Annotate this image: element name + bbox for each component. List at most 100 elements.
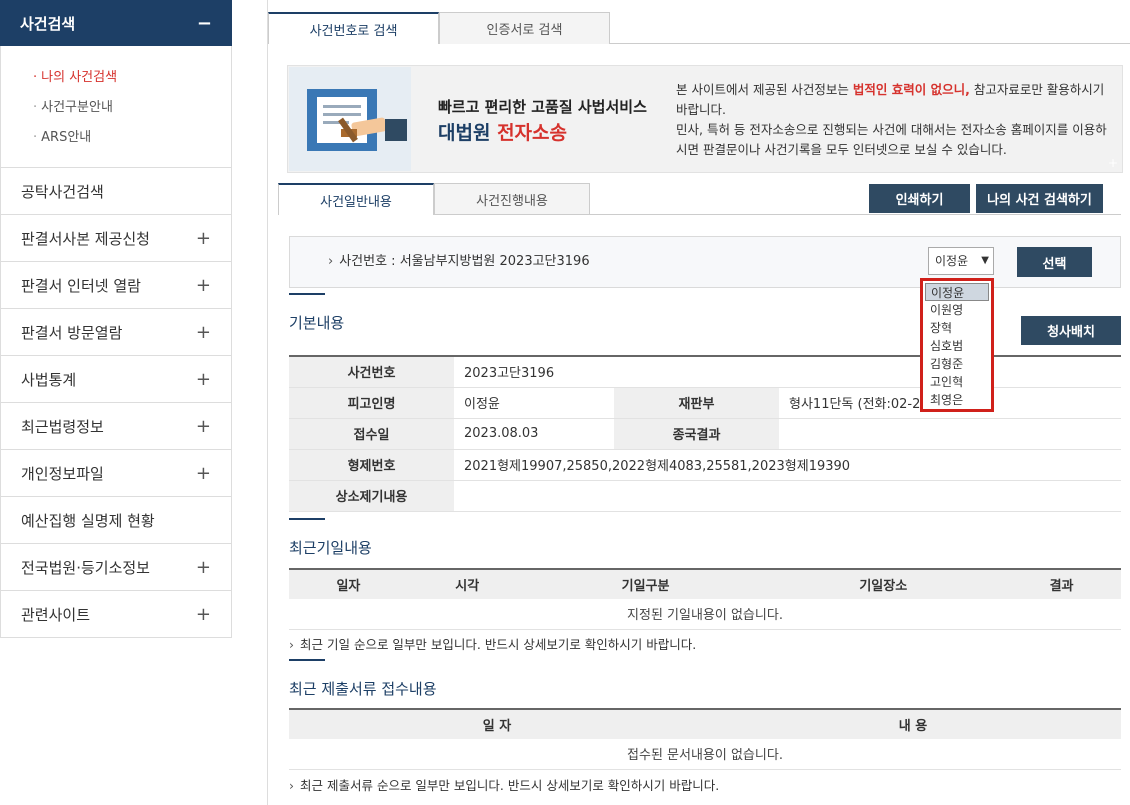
banner-brand-ecourt: 전자소송 (497, 122, 567, 144)
submissions-table: 일 자 내 용 접수된 문서내용이 없습니다. (289, 708, 1121, 770)
my-case-search-button[interactable]: 나의 사건 검색하기 (976, 184, 1103, 213)
sidebar-item-label: 판결서사본 제공신청 (21, 229, 150, 248)
table-cell (454, 480, 1121, 512)
submenu-item-my-case-search[interactable]: 나의 사건검색 (33, 63, 231, 93)
sidebar-item-budget[interactable]: 예산집행 실명제 현황 (0, 497, 232, 544)
empty-message: 지정된 기일내용이 없습니다. (289, 599, 1121, 630)
sidebar-item-label: 사법통계 (21, 370, 77, 389)
select-button[interactable]: 선택 (1017, 247, 1092, 277)
dropdown-option[interactable]: 장혁 (925, 319, 989, 337)
tab-certificate-search[interactable]: 인증서로 검색 (439, 12, 610, 44)
hearing-title: 최근기일내용 (289, 518, 372, 557)
dropdown-option[interactable]: 이정윤 (925, 283, 989, 301)
sidebar-submenu: 나의 사건검색 사건구분안내 ARS안내 (0, 46, 232, 168)
column-header: 시각 (407, 569, 527, 599)
plus-icon: + (195, 462, 211, 484)
print-button[interactable]: 인쇄하기 (869, 184, 970, 213)
table-row: 접수일 2023.08.03 종국결과 (289, 418, 1121, 450)
building-map-button[interactable]: 청사배치 (1021, 316, 1121, 345)
sidebar-item-statistics[interactable]: 사법통계 + (0, 356, 232, 403)
plus-icon: + (195, 556, 211, 578)
gavel-document-illustration (289, 67, 411, 171)
table-row: 피고인명 이정윤 재판부 형사11단독 (전화:02-2 (289, 387, 1121, 419)
dropdown-option[interactable]: 이원영 (925, 301, 989, 319)
sidebar-item-label: 관련사이트 (21, 605, 91, 624)
table-header: 피고인명 (289, 387, 454, 419)
case-number-box: 사건번호 : 서울남부지방법원 2023고단3196 이정윤 ▼ 선택 (289, 236, 1121, 288)
table-header: 사건번호 (289, 356, 454, 388)
banner-headline: 빠르고 편리한 고품질 사법서비스 (438, 98, 647, 116)
sidebar-item-label: 판결서 인터넷 열람 (21, 276, 141, 295)
column-header: 기일장소 (764, 569, 1003, 599)
basic-info-table: 사건번호 2023고단3196 피고인명 이정윤 재판부 형사11단독 (전화:… (289, 355, 1121, 512)
table-row: 접수된 문서내용이 없습니다. (289, 739, 1121, 770)
table-header: 재판부 (614, 387, 779, 419)
submenu-item-case-type-guide[interactable]: 사건구분안내 (33, 93, 231, 123)
table-row: 사건번호 2023고단3196 (289, 356, 1121, 388)
column-header: 일자 (289, 569, 408, 599)
table-row: 형제번호 2021형제19907,25850,2022형제4083,25581,… (289, 449, 1121, 481)
sidebar-item-label: 예산집행 실명제 현황 (21, 511, 155, 530)
dropdown-option[interactable]: 심호범 (925, 337, 989, 355)
sidebar-item-privacy-file[interactable]: 개인정보파일 + (0, 450, 232, 497)
submissions-title: 최근 제출서류 접수내용 (289, 659, 437, 698)
dropdown-option[interactable]: 고인혁 (925, 373, 989, 391)
banner-brand: 대법원 전자소송 (438, 118, 567, 145)
table-row: 상소제기내용 (289, 480, 1121, 512)
plus-icon: + (195, 274, 211, 296)
notice-text: 민사, 특허 등 전자소송으로 진행되는 사건에 대해서는 전자소송 홈페이지를… (676, 122, 1107, 157)
table-cell: 2023고단3196 (454, 356, 614, 388)
column-header: 일 자 (289, 709, 705, 739)
sidebar-item-related-sites[interactable]: 관련사이트 + (0, 591, 232, 638)
sidebar-item-deposit-search[interactable]: 공탁사건검색 (0, 168, 232, 215)
more-icon[interactable]: + (1106, 156, 1120, 170)
dropdown-option[interactable]: 김형준 (925, 355, 989, 373)
basic-info-title: 기본내용 (289, 293, 345, 332)
sidebar: 사건검색 − 나의 사건검색 사건구분안내 ARS안내 공탁사건검색 판결서사본… (0, 0, 232, 638)
sidebar-item-judgment-online[interactable]: 판결서 인터넷 열람 + (0, 262, 232, 309)
table-cell: 이정윤 (454, 387, 614, 419)
party-select[interactable]: 이정윤 ▼ (928, 247, 994, 275)
table-cell (779, 418, 1121, 450)
collapse-icon[interactable]: − (197, 13, 212, 34)
plus-icon: + (195, 321, 211, 343)
sidebar-item-label: 개인정보파일 (21, 464, 104, 483)
column-header: 결과 (1002, 569, 1121, 599)
case-number-label: 사건번호 : 서울남부지방법원 2023고단3196 (328, 250, 589, 269)
plus-icon: + (195, 368, 211, 390)
column-header: 기일구분 (526, 569, 765, 599)
table-row: 지정된 기일내용이 없습니다. (289, 599, 1121, 630)
banner-notice: 본 사이트에서 제공된 사건정보는 법적인 효력이 없으니, 참고자료로만 활용… (676, 80, 1116, 160)
party-select-value: 이정윤 (935, 254, 969, 268)
column-header: 내 용 (705, 709, 1121, 739)
tab-case-number-search[interactable]: 사건번호로 검색 (268, 12, 439, 44)
submenu-item-ars-guide[interactable]: ARS안내 (33, 123, 231, 153)
table-header: 종국결과 (614, 418, 779, 450)
tab-case-progress[interactable]: 사건진행내용 (434, 183, 590, 215)
table-header: 상소제기내용 (289, 480, 454, 512)
main-content: 사건번호로 검색 인증서로 검색 빠르고 편리한 고품질 사법서비스 대법원 전… (267, 0, 1130, 805)
sidebar-item-label: 판결서 방문열람 (21, 323, 123, 342)
plus-icon: + (195, 603, 211, 625)
sidebar-header[interactable]: 사건검색 − (0, 0, 232, 46)
sidebar-item-court-info[interactable]: 전국법원·등기소정보 + (0, 544, 232, 591)
sidebar-item-judgment-visit[interactable]: 판결서 방문열람 + (0, 309, 232, 356)
search-tabs: 사건번호로 검색 인증서로 검색 (268, 12, 610, 44)
empty-message: 접수된 문서내용이 없습니다. (289, 739, 1121, 770)
banner-brand-court: 대법원 (438, 122, 491, 144)
table-header: 접수일 (289, 418, 454, 450)
notice-text: 본 사이트에서 제공된 사건정보는 (676, 82, 853, 97)
tab-case-general[interactable]: 사건일반내용 (278, 183, 434, 215)
dropdown-option[interactable]: 최영은 (925, 391, 989, 409)
sidebar-item-label: 공탁사건검색 (21, 182, 104, 201)
hearing-table: 일자 시각 기일구분 기일장소 결과 지정된 기일내용이 없습니다. (289, 568, 1121, 630)
table-header-row: 일 자 내 용 (289, 709, 1121, 739)
hearing-note: 최근 기일 순으로 일부만 보입니다. 반드시 상세보기로 확인하시기 바랍니다… (289, 634, 696, 653)
chevron-down-icon: ▼ (981, 255, 989, 266)
table-header (614, 356, 779, 388)
ecourt-banner[interactable]: 빠르고 편리한 고품질 사법서비스 대법원 전자소송 본 사이트에서 제공된 사… (287, 65, 1123, 173)
sidebar-item-judgment-copy[interactable]: 판결서사본 제공신청 + (0, 215, 232, 262)
sidebar-item-law-info[interactable]: 최근법령정보 + (0, 403, 232, 450)
table-header-row: 일자 시각 기일구분 기일장소 결과 (289, 569, 1121, 599)
table-cell: 2021형제19907,25850,2022형제4083,25581,2023형… (454, 449, 1121, 481)
